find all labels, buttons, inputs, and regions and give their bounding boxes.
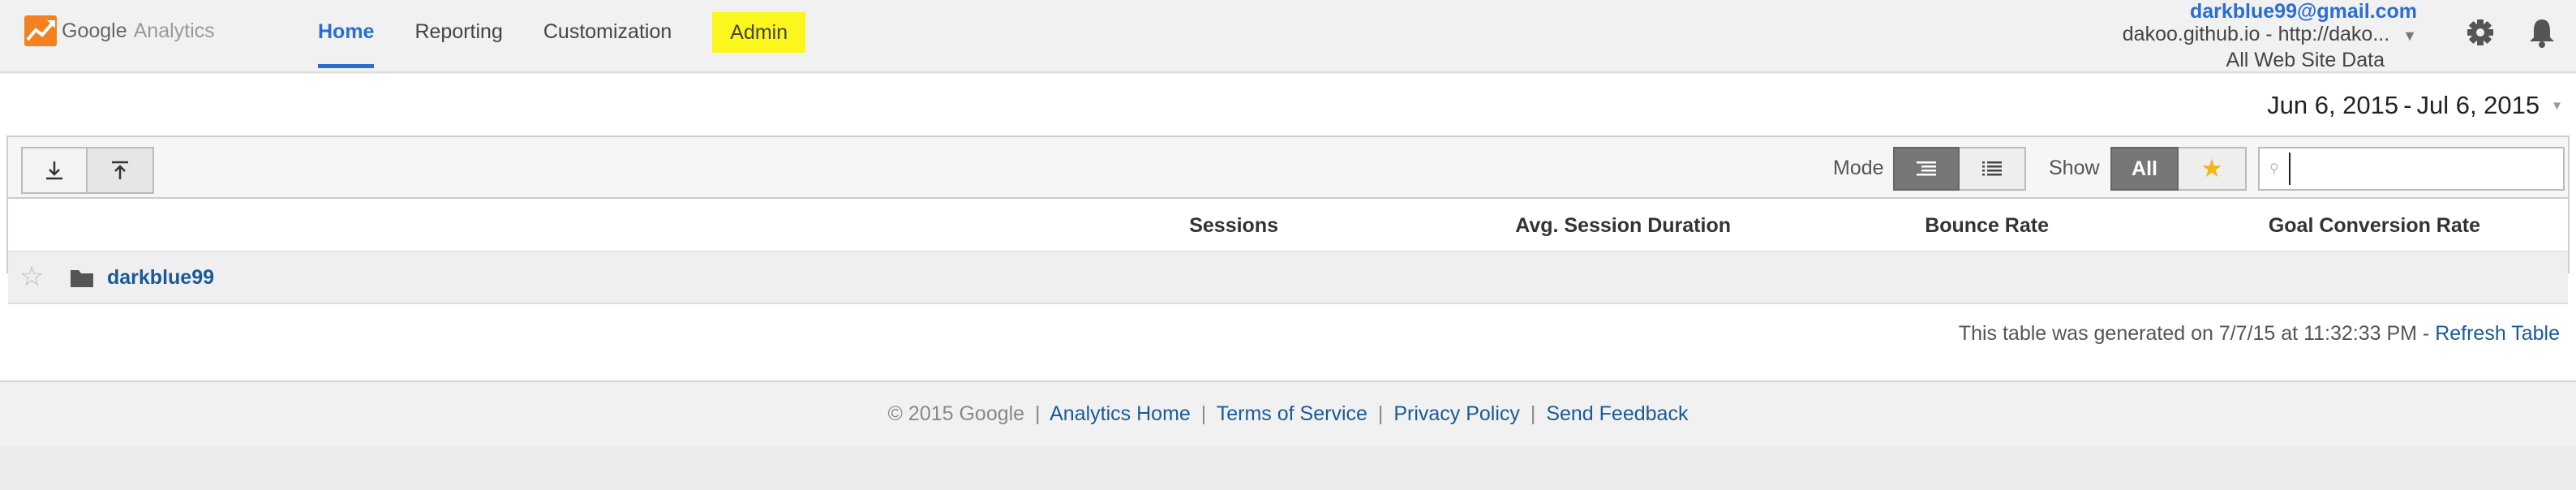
mode-list-button[interactable] bbox=[1960, 147, 2026, 191]
account-view: All Web Site Data bbox=[2226, 49, 2385, 71]
footer-separator: | bbox=[1035, 402, 1041, 425]
column-avg-session-duration[interactable]: Avg. Session Duration bbox=[1515, 199, 1731, 252]
search-box[interactable]: ⚲ bbox=[2258, 147, 2565, 191]
logo-google-text: Google bbox=[62, 19, 127, 42]
footer-separator: | bbox=[1530, 402, 1536, 425]
nav-customization[interactable]: Customization bbox=[543, 0, 672, 68]
refresh-table-link[interactable]: Refresh Table bbox=[2435, 322, 2560, 345]
mode-label: Mode bbox=[1833, 157, 1884, 179]
table-toolbar: Mode Show All ★ ⚲ bbox=[8, 137, 2568, 199]
table-row: ☆ darkblue99 bbox=[8, 252, 2568, 304]
show-filter: All ★ bbox=[2110, 147, 2247, 191]
folder-icon bbox=[71, 270, 93, 287]
google-analytics-logo[interactable]: Google Analytics bbox=[24, 13, 215, 49]
page-bottom bbox=[0, 445, 2576, 490]
upload-icon bbox=[112, 161, 128, 179]
caret-down-icon[interactable]: ▼ bbox=[2402, 24, 2417, 47]
list-view-icon bbox=[1982, 161, 2002, 176]
account-name-link[interactable]: darkblue99 bbox=[107, 252, 214, 303]
bell-icon[interactable] bbox=[2526, 16, 2558, 49]
date-start: Jun 6, 2015 bbox=[2267, 91, 2399, 119]
caret-down-icon: ▼ bbox=[2551, 98, 2563, 113]
expand-collapse-group bbox=[21, 147, 154, 194]
table-header: Sessions Avg. Session Duration Bounce Ra… bbox=[8, 199, 2568, 252]
account-email: darkblue99@gmail.com bbox=[2189, 0, 2417, 23]
generated-text: This table was generated on 7/7/15 at 11… bbox=[1958, 322, 2436, 345]
footer: © 2015 Google | Analytics Home | Terms o… bbox=[0, 380, 2576, 445]
main-nav: Home Reporting Customization Admin bbox=[318, 0, 846, 73]
table-generated-note: This table was generated on 7/7/15 at 11… bbox=[1959, 317, 2560, 350]
account-table: Mode Show All ★ ⚲ Sessions Avg. Session … bbox=[6, 135, 2570, 304]
footer-link-terms[interactable]: Terms of Service bbox=[1217, 402, 1367, 425]
nav-reporting[interactable]: Reporting bbox=[414, 0, 502, 68]
footer-link-feedback[interactable]: Send Feedback bbox=[1546, 402, 1688, 425]
gear-icon[interactable] bbox=[2464, 16, 2497, 49]
column-bounce-rate[interactable]: Bounce Rate bbox=[1925, 199, 2049, 252]
mode-toggle bbox=[1893, 147, 2026, 191]
mode-tree-button[interactable] bbox=[1893, 147, 1960, 191]
search-icon: ⚲ bbox=[2269, 162, 2279, 176]
footer-link-privacy[interactable]: Privacy Policy bbox=[1393, 402, 1520, 425]
footer-separator: | bbox=[1200, 402, 1207, 425]
main-panel: Jun 6, 2015 - Jul 6, 2015 ▼ Mode Show Al… bbox=[0, 74, 2576, 380]
star-icon[interactable]: ☆ bbox=[19, 260, 44, 293]
show-all-button[interactable]: All bbox=[2110, 147, 2179, 191]
search-input[interactable] bbox=[2289, 153, 2563, 185]
nav-home[interactable]: Home bbox=[318, 0, 375, 68]
show-label: Show bbox=[2049, 157, 2100, 179]
show-starred-button[interactable]: ★ bbox=[2179, 147, 2247, 191]
date-end: Jul 6, 2015 bbox=[2416, 91, 2540, 119]
logo-analytics-text: Analytics bbox=[133, 19, 215, 42]
tree-view-icon bbox=[1917, 161, 1936, 176]
download-icon bbox=[46, 161, 62, 180]
upload-button[interactable] bbox=[88, 147, 154, 194]
date-separator: - bbox=[2403, 91, 2412, 119]
account-selector[interactable]: darkblue99@gmail.com dakoo.github.io - h… bbox=[2123, 0, 2417, 71]
footer-link-analytics-home[interactable]: Analytics Home bbox=[1050, 402, 1191, 425]
top-bar: Google Analytics Home Reporting Customiz… bbox=[0, 0, 2576, 73]
nav-admin[interactable]: Admin bbox=[712, 12, 806, 53]
download-button[interactable] bbox=[21, 147, 88, 194]
footer-separator: | bbox=[1377, 402, 1384, 425]
account-property: dakoo.github.io - http://dako... bbox=[2122, 23, 2390, 45]
column-goal-conversion-rate[interactable]: Goal Conversion Rate bbox=[2269, 199, 2480, 252]
footer-copyright: © 2015 Google bbox=[887, 402, 1025, 425]
column-sessions[interactable]: Sessions bbox=[1189, 199, 1278, 252]
date-range-picker[interactable]: Jun 6, 2015 - Jul 6, 2015 ▼ bbox=[2260, 85, 2573, 126]
analytics-logo-icon bbox=[24, 15, 57, 46]
